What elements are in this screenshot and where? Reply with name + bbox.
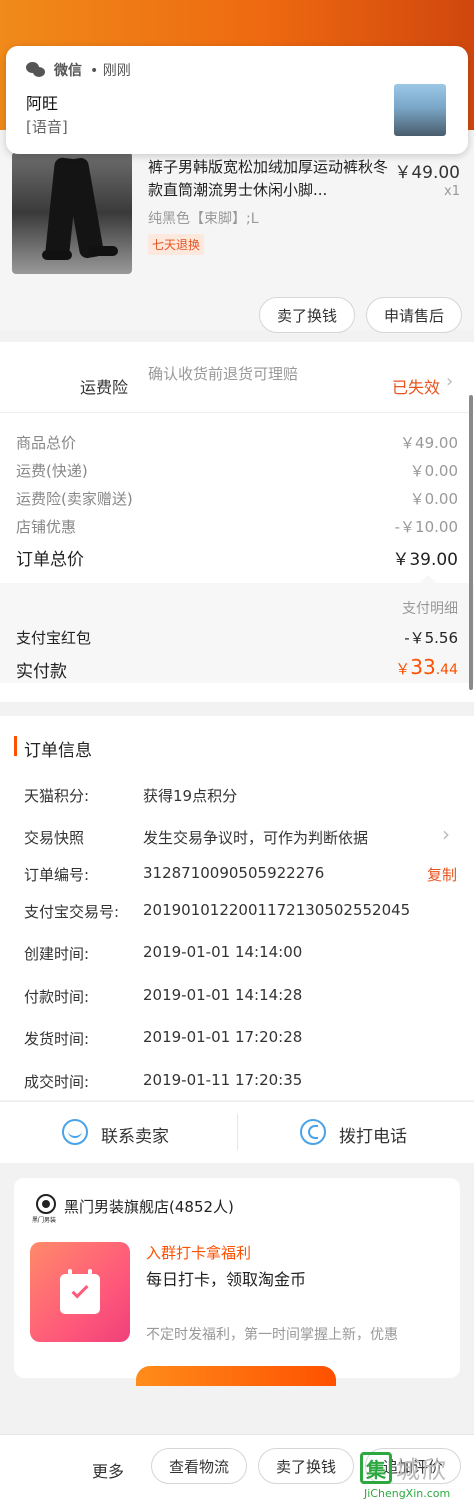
after-sale-button[interactable]: 申请售后 bbox=[366, 297, 462, 333]
snapshot-value[interactable]: 发生交易争议时，可作为判断依据 bbox=[143, 827, 368, 848]
store-logo-text: 黑门男装 bbox=[32, 1217, 57, 1224]
product-title[interactable]: 裤子男韩版宽松加绒加厚运动裤秋冬款直筒潮流男士休闲小脚... bbox=[148, 156, 388, 202]
store-group-name[interactable]: 黑门男装旗舰店(4852人) bbox=[64, 1196, 234, 1217]
join-group-button[interactable] bbox=[136, 1366, 336, 1386]
price-row-label: 商品总价 bbox=[16, 434, 77, 452]
insurance-status[interactable]: 已失效 bbox=[392, 374, 440, 398]
paid-amount-value: ￥33.44 bbox=[395, 655, 458, 679]
shipped-time-label: 发货时间: bbox=[24, 1030, 90, 1048]
promo-description: 不定时发福利，第一时间掌握上新，优惠 bbox=[146, 1327, 398, 1343]
closed-time-value: 2019-01-11 17:20:35 bbox=[143, 1071, 303, 1089]
chat-icon[interactable] bbox=[62, 1119, 88, 1145]
promo-subtitle: 每日打卡，领取淘金币 bbox=[146, 1270, 307, 1289]
notification-header: 微信 • 刚刚 bbox=[26, 60, 131, 80]
divider bbox=[0, 412, 474, 413]
price-row-value: ￥0.00 bbox=[409, 490, 458, 508]
contact-seller-button[interactable]: 联系卖家 bbox=[101, 1122, 169, 1147]
chevron-right-icon: › bbox=[442, 822, 450, 846]
chevron-right-icon: › bbox=[446, 371, 454, 392]
payment-detail-link[interactable]: 支付明细 bbox=[402, 598, 458, 618]
price-row-value: ￥0.00 bbox=[409, 462, 458, 480]
points-value: 获得19点积分 bbox=[143, 787, 238, 805]
paid-time-label: 付款时间: bbox=[24, 988, 90, 1006]
sell-button[interactable]: 卖了换钱 bbox=[259, 297, 355, 333]
price-row-value: -￥10.00 bbox=[394, 518, 458, 536]
paid-amount-label: 实付款 bbox=[16, 662, 67, 682]
created-time-label: 创建时间: bbox=[24, 945, 90, 963]
promo-title: 入群打卡拿福利 bbox=[146, 1244, 252, 1262]
product-quantity: x1 bbox=[444, 184, 460, 199]
price-row-label: 店铺优惠 bbox=[16, 518, 77, 536]
phone-icon[interactable] bbox=[300, 1119, 326, 1145]
alipay-redpacket-label: 支付宝红包 bbox=[16, 629, 92, 647]
order-number-value: 3128710090505922276 bbox=[143, 864, 325, 882]
paid-integer: 33 bbox=[410, 655, 436, 679]
product-price: ￥49.00 bbox=[394, 163, 460, 183]
sell-again-button[interactable]: 卖了换钱 bbox=[258, 1448, 354, 1484]
order-info-title: 订单信息 bbox=[24, 741, 92, 761]
view-logistics-button[interactable]: 查看物流 bbox=[151, 1448, 247, 1484]
order-total-label: 订单总价 bbox=[16, 550, 84, 570]
watermark-url: JiChengXin.com bbox=[364, 1487, 451, 1500]
wechat-icon bbox=[26, 62, 46, 78]
watermark-text: 城欣 bbox=[396, 1456, 448, 1484]
return-policy-badge: 七天退换 bbox=[148, 234, 205, 255]
more-button[interactable]: 更多 bbox=[92, 1458, 124, 1482]
insurance-label: 运费险 bbox=[80, 378, 129, 397]
product-sku: 纯黑色【束脚】;L bbox=[148, 211, 259, 227]
notification-time: • 刚刚 bbox=[90, 63, 131, 79]
shipped-time-value: 2019-01-01 17:20:28 bbox=[143, 1028, 303, 1046]
watermark-logo: 集 bbox=[360, 1452, 392, 1484]
alipay-trade-label: 支付宝交易号: bbox=[24, 903, 120, 921]
product-image[interactable] bbox=[12, 152, 132, 274]
notification-avatar bbox=[394, 84, 446, 136]
order-total-value: ￥39.00 bbox=[392, 550, 458, 570]
caret-up-icon bbox=[420, 575, 436, 583]
order-number-label: 订单编号: bbox=[24, 866, 90, 884]
copy-button[interactable]: 复制 bbox=[427, 864, 457, 885]
divider bbox=[237, 1114, 238, 1150]
closed-time-label: 成交时间: bbox=[24, 1073, 90, 1091]
store-logo bbox=[36, 1194, 56, 1214]
scrollbar[interactable] bbox=[469, 395, 473, 690]
section-accent-bar bbox=[14, 736, 17, 756]
snapshot-label[interactable]: 交易快照 bbox=[24, 827, 84, 848]
notification-title: 阿旺 bbox=[26, 94, 59, 113]
price-row-label: 运费险(卖家赠送) bbox=[16, 490, 133, 508]
paid-currency: ￥ bbox=[395, 660, 411, 678]
notification-app-name: 微信 bbox=[54, 63, 82, 79]
price-row-value: ￥49.00 bbox=[400, 434, 458, 452]
calendar-checkin-icon bbox=[30, 1242, 130, 1342]
created-time-value: 2019-01-01 14:14:00 bbox=[143, 943, 303, 961]
paid-decimal: .44 bbox=[435, 662, 458, 678]
alipay-trade-value: 2019010122001172130502552045 bbox=[143, 901, 411, 919]
alipay-redpacket-value: -￥5.56 bbox=[404, 629, 458, 647]
call-phone-button[interactable]: 拨打电话 bbox=[339, 1122, 407, 1147]
points-label: 天猫积分: bbox=[24, 787, 90, 805]
price-row-label: 运费(快递) bbox=[16, 462, 88, 480]
insurance-description: 确认收货前退货可理赔 bbox=[148, 365, 299, 383]
paid-time-value: 2019-01-01 14:14:28 bbox=[143, 986, 303, 1004]
notification-body: [语音] bbox=[26, 118, 68, 136]
